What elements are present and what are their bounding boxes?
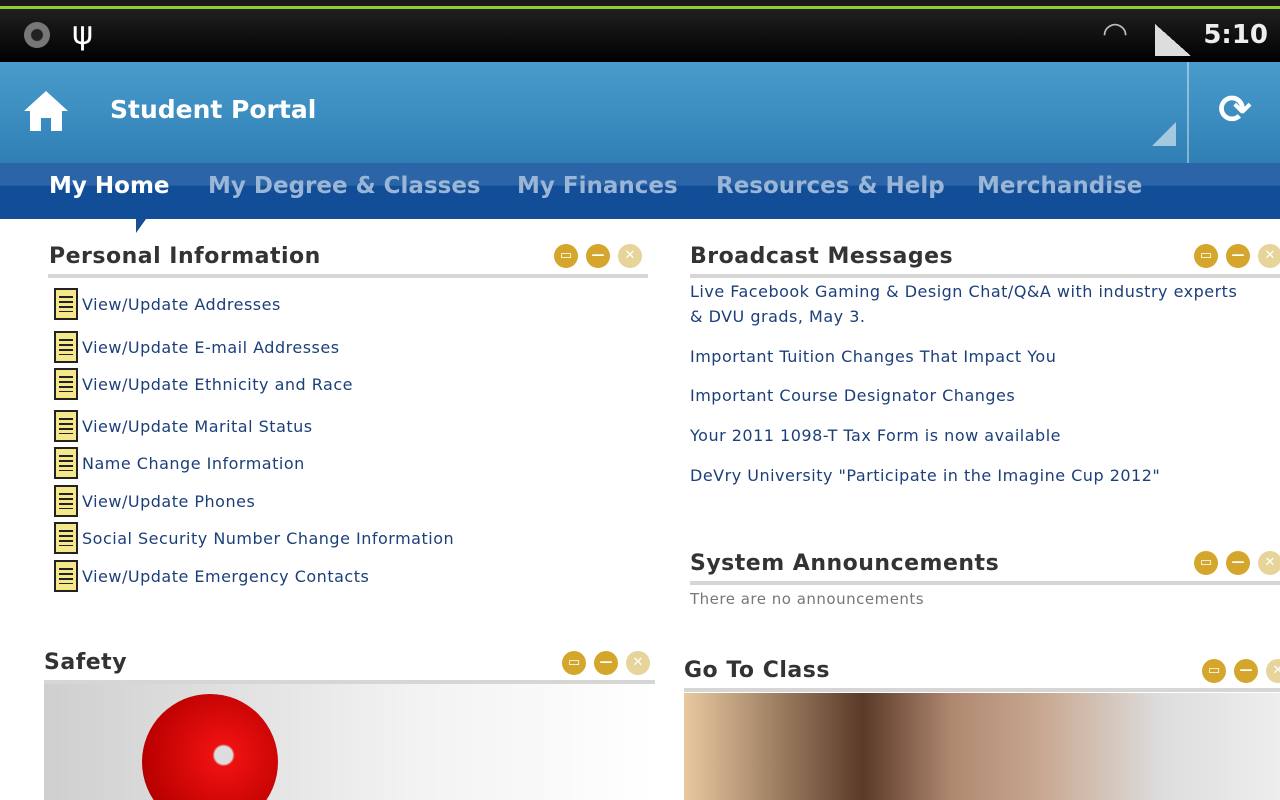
close-icon[interactable]: ✕ [618,244,642,268]
maximize-icon[interactable]: ▭ [562,651,586,675]
close-icon[interactable]: ✕ [1258,244,1280,268]
link-update-marital-status[interactable]: View/Update Marital Status [82,417,313,436]
tab-my-finances[interactable]: My Finances [517,173,678,199]
status-bar: ψ ◠ 5:10 [0,0,1280,62]
document-icon [54,485,78,517]
no-announcements-text: There are no announcements [690,590,925,608]
notification-icon [24,22,50,48]
app-header: Student Portal ⟳ [0,62,1280,163]
minimize-icon[interactable]: — [586,244,610,268]
link-update-phones[interactable]: View/Update Phones [82,492,255,511]
maximize-icon[interactable]: ▭ [554,244,578,268]
overflow-indicator[interactable] [1152,122,1176,146]
close-icon[interactable]: ✕ [1258,551,1280,575]
wifi-icon: ◠ [1102,16,1129,51]
divider [1187,62,1189,163]
broadcast-message[interactable]: Your 2011 1098-T Tax Form is now availab… [690,426,1061,445]
usb-icon: ψ [72,14,94,52]
divider [684,688,1280,692]
tab-my-home[interactable]: My Home [49,173,170,199]
safety-image[interactable] [44,684,655,800]
broadcast-message[interactable]: Live Facebook Gaming & Design Chat/Q&A w… [690,282,1237,301]
link-update-email[interactable]: View/Update E-mail Addresses [82,338,340,357]
clock: 5:10 [1203,20,1268,50]
divider [48,274,648,278]
link-ssn-change[interactable]: Social Security Number Change Informatio… [82,529,454,548]
fire-alarm-bell [142,694,278,800]
tab-merchandise[interactable]: Merchandise [977,173,1142,199]
document-icon [54,410,78,442]
tab-resources-help[interactable]: Resources & Help [716,173,945,199]
broadcast-message[interactable]: Important Course Designator Changes [690,386,1015,405]
divider [690,274,1280,278]
minimize-icon[interactable]: — [1226,244,1250,268]
broadcast-message[interactable]: Important Tuition Changes That Impact Yo… [690,347,1056,366]
document-icon [54,560,78,592]
refresh-icon[interactable]: ⟳ [1213,88,1257,132]
link-update-addresses[interactable]: View/Update Addresses [82,295,281,314]
broadcast-message[interactable]: DeVry University "Participate in the Ima… [690,466,1160,485]
divider [690,581,1280,585]
minimize-icon[interactable]: — [594,651,618,675]
signal-icon [1155,24,1191,56]
link-name-change[interactable]: Name Change Information [82,454,305,473]
safety-title: Safety [44,650,128,675]
minimize-icon[interactable]: — [1234,659,1258,683]
active-tab-pointer [136,219,146,233]
main-nav: My Home My Degree & Classes My Finances … [0,163,1280,219]
document-icon [54,447,78,479]
link-emergency-contacts[interactable]: View/Update Emergency Contacts [82,567,369,586]
personal-info-title: Personal Information [49,244,321,269]
announcements-title: System Announcements [690,551,1000,576]
go-to-class-title: Go To Class [684,658,830,683]
app-title: Student Portal [110,95,317,124]
broadcast-title: Broadcast Messages [690,244,954,269]
tab-my-degree-classes[interactable]: My Degree & Classes [208,173,481,199]
maximize-icon[interactable]: ▭ [1202,659,1226,683]
document-icon [54,331,78,363]
minimize-icon[interactable]: — [1226,551,1250,575]
home-icon[interactable] [22,87,70,135]
document-icon [54,522,78,554]
document-icon [54,288,78,320]
document-icon [54,368,78,400]
broadcast-message-cont[interactable]: & DVU grads, May 3. [690,307,865,326]
go-to-class-image[interactable] [684,693,1280,800]
maximize-icon[interactable]: ▭ [1194,244,1218,268]
maximize-icon[interactable]: ▭ [1194,551,1218,575]
close-icon[interactable]: ✕ [626,651,650,675]
link-update-ethnicity[interactable]: View/Update Ethnicity and Race [82,375,353,394]
close-icon[interactable]: ✕ [1266,659,1280,683]
